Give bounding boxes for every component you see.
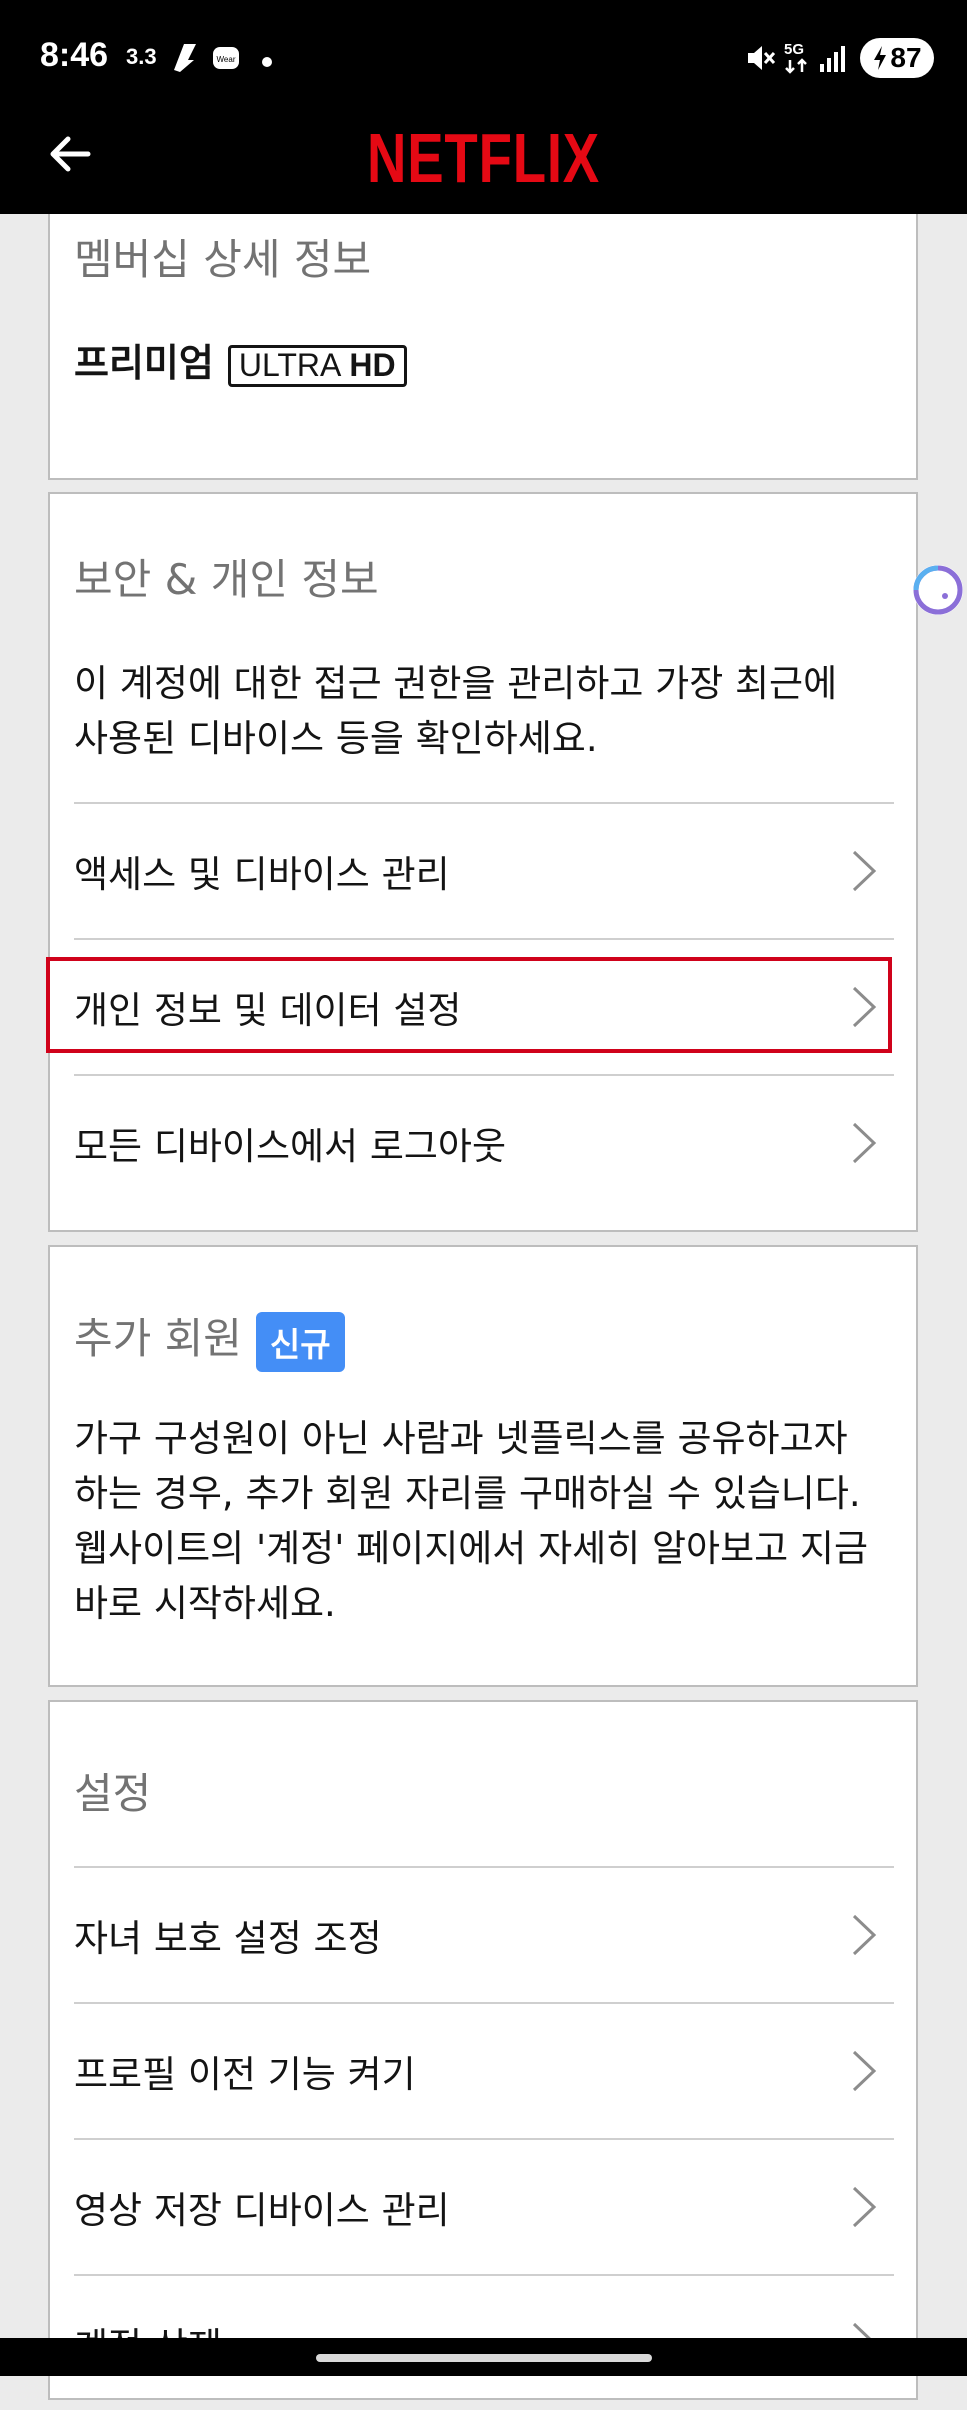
- floating-assistant-button[interactable]: [908, 562, 964, 618]
- extra-member-card: 추가 회원 신규 가구 구성원이 아닌 사람과 넷플릭스를 공유하고자 하는 경우…: [48, 1245, 918, 1687]
- new-badge: 신규: [255, 1311, 345, 1372]
- membership-card: 멤버십 상세 정보 프리미엄 ULTRA HD: [48, 214, 918, 480]
- row-label: 영상 저장 디바이스 관리: [74, 2189, 450, 2232]
- row-label: 프로필 이전 기능 켜기: [74, 2053, 416, 2096]
- app-header: NETFLIX: [0, 112, 967, 214]
- manage-access-devices-item[interactable]: 액세스 및 디바이스 관리: [74, 804, 894, 938]
- netflix-logo: NETFLIX: [367, 119, 600, 197]
- highlight-box: [46, 957, 892, 1053]
- gesture-handle[interactable]: [316, 2354, 652, 2362]
- plan-name: 프리미엄 ULTRA HD: [74, 332, 407, 387]
- extra-member-description-line: 하는 경우, 추가 회원 자리를 구매하실 수 있습니다.: [74, 1472, 861, 1515]
- extra-member-description-line: 바로 시작하세요.: [74, 1582, 336, 1625]
- extra-member-description-line: 가구 구성원이 아닌 사람과 넷플릭스를 공유하고자: [74, 1417, 848, 1460]
- security-title: 보안 & 개인 정보: [74, 555, 379, 604]
- notification-icon: [170, 40, 200, 78]
- download-devices-item[interactable]: 영상 저장 디바이스 관리: [74, 2140, 894, 2274]
- svg-text:5G: 5G: [784, 41, 804, 58]
- signal-icon: [818, 44, 848, 76]
- ultra-badge-text: ULTRA: [238, 347, 342, 383]
- chevron-right-icon: [852, 850, 877, 892]
- settings-title: 설정: [74, 1769, 152, 1818]
- svg-text:Wear: Wear: [217, 55, 236, 64]
- security-description-line: 이 계정에 대한 접근 권한을 관리하고 가장 최근에: [74, 662, 838, 705]
- security-description: 이 계정에 대한 접근 권한을 관리하고 가장 최근에 사용된 디바이스 등을 …: [74, 656, 914, 766]
- battery-indicator: 87: [860, 38, 934, 78]
- chevron-right-icon: [852, 2050, 877, 2092]
- charging-icon: [874, 46, 887, 70]
- extra-member-description: 가구 구성원이 아닌 사람과 넷플릭스를 공유하고자 하는 경우, 추가 회원 …: [74, 1411, 914, 1631]
- row-label: 자녀 보호 설정 조정: [74, 1917, 382, 1960]
- plan-label: 프리미엄: [74, 341, 214, 385]
- extra-member-title-row: 추가 회원 신규: [74, 1305, 345, 1372]
- dot-icon: [262, 52, 272, 71]
- security-privacy-card: 보안 & 개인 정보 이 계정에 대한 접근 권한을 관리하고 가장 최근에 사…: [48, 492, 918, 1232]
- chevron-right-icon: [852, 1122, 877, 1164]
- status-time: 8:46: [40, 36, 109, 74]
- network-speed: 3.3: [126, 44, 157, 69]
- chevron-right-icon: [852, 2186, 877, 2228]
- back-button[interactable]: [44, 126, 100, 182]
- extra-member-description-line: 웹사이트의 '계정' 페이지에서 자세히 알아보고 지금: [74, 1527, 868, 1570]
- membership-title: 멤버십 상세 정보: [74, 235, 372, 284]
- profile-transfer-item[interactable]: 프로필 이전 기능 켜기: [74, 2004, 894, 2138]
- hd-badge-text: HD: [349, 347, 396, 383]
- settings-card: 설정 자녀 보호 설정 조정 프로필 이전 기능 켜기 영상 저장 디바이스 관…: [48, 1700, 918, 2400]
- battery-level: 87: [890, 42, 922, 73]
- arrow-left-icon: [50, 136, 91, 172]
- chevron-right-icon: [852, 1914, 877, 1956]
- extra-member-title: 추가 회원: [74, 1314, 242, 1363]
- security-description-line: 사용된 디바이스 등을 확인하세요.: [74, 717, 598, 760]
- row-label: 액세스 및 디바이스 관리: [74, 853, 450, 896]
- navigation-bar: [0, 2338, 967, 2376]
- ultra-hd-badge: ULTRA HD: [227, 344, 407, 387]
- row-label: 모든 디바이스에서 로그아웃: [74, 1125, 507, 1168]
- sign-out-all-devices-item[interactable]: 모든 디바이스에서 로그아웃: [74, 1076, 894, 1210]
- mute-icon: [744, 42, 776, 78]
- status-bar: 8:46 3.3 Wear 5G 87: [0, 0, 967, 112]
- assistant-bubble-icon: [913, 565, 963, 615]
- parental-controls-item[interactable]: 자녀 보호 설정 조정: [74, 1868, 894, 2002]
- wear-icon: Wear: [212, 44, 240, 76]
- 5g-icon: 5G: [782, 38, 812, 80]
